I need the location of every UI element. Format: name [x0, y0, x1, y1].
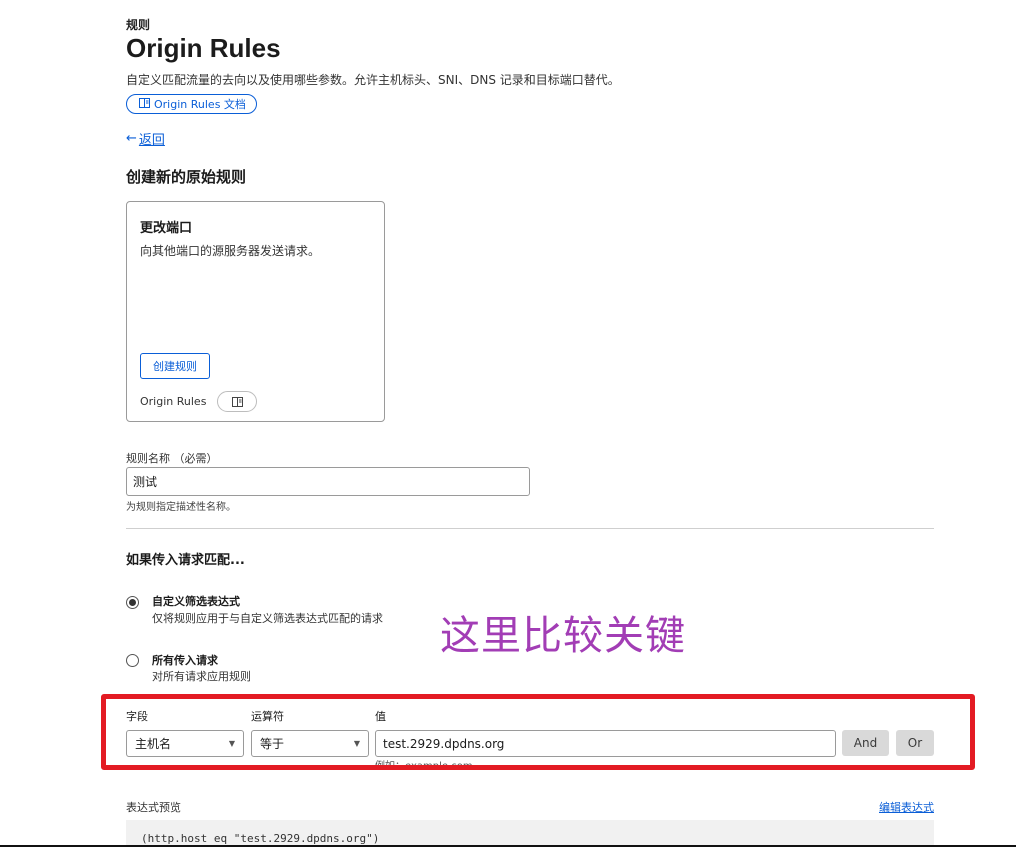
- option-all-requests-title: 所有传入请求: [152, 654, 218, 667]
- back-arrow-icon: ←: [126, 131, 137, 146]
- option-all-requests-subtitle: 对所有请求应用规则: [152, 670, 251, 683]
- expression-code: (http.host eq "test.2929.dpdns.org"): [141, 832, 380, 845]
- create-rule-heading: 创建新的原始规则: [126, 168, 247, 186]
- breadcrumb: 规则: [126, 18, 151, 32]
- back-link[interactable]: ← 返回: [126, 129, 165, 148]
- card-footer-label: Origin Rules: [140, 395, 207, 408]
- section-divider: [126, 528, 934, 529]
- book-icon: [139, 97, 150, 111]
- annotation-text: 这里比较关键: [440, 613, 686, 659]
- rule-name-label: 规则名称 （必需）: [126, 452, 218, 465]
- page-description: 自定义匹配流量的去向以及使用哪些参数。允许主机标头、SNI、DNS 记录和目标端…: [126, 73, 620, 87]
- expression-preview-box: (http.host eq "test.2929.dpdns.org"): [126, 820, 934, 847]
- edit-expression-link[interactable]: 编辑表达式: [879, 799, 934, 815]
- radio-selected-dot: [129, 599, 136, 606]
- radio-all-requests[interactable]: [126, 654, 139, 667]
- annotation-highlight-box: [101, 694, 975, 770]
- origin-rules-docs-link[interactable]: Origin Rules 文档: [126, 94, 257, 114]
- book-icon: [231, 392, 243, 411]
- create-rule-button[interactable]: 创建规则: [140, 353, 210, 379]
- page-title: Origin Rules: [126, 33, 281, 63]
- rule-name-input[interactable]: 测试: [126, 467, 530, 496]
- change-port-card: 更改端口 向其他端口的源服务器发送请求。 创建规则 Origin Rules: [126, 201, 385, 422]
- option-custom-filter-subtitle: 仅将规则应用于与自定义筛选表达式匹配的请求: [152, 612, 383, 625]
- docs-link-label: Origin Rules 文档: [154, 98, 246, 111]
- back-label: 返回: [138, 133, 165, 148]
- option-custom-filter-title: 自定义筛选表达式: [152, 595, 240, 608]
- radio-custom-filter[interactable]: [126, 596, 139, 609]
- card-description: 向其他端口的源服务器发送请求。: [140, 244, 321, 258]
- rule-name-helper: 为规则指定描述性名称。: [126, 502, 236, 513]
- expression-preview-label: 表达式预览: [126, 801, 181, 814]
- card-docs-button[interactable]: [217, 391, 257, 412]
- match-heading: 如果传入请求匹配...: [126, 553, 245, 568]
- card-title: 更改端口: [140, 221, 193, 236]
